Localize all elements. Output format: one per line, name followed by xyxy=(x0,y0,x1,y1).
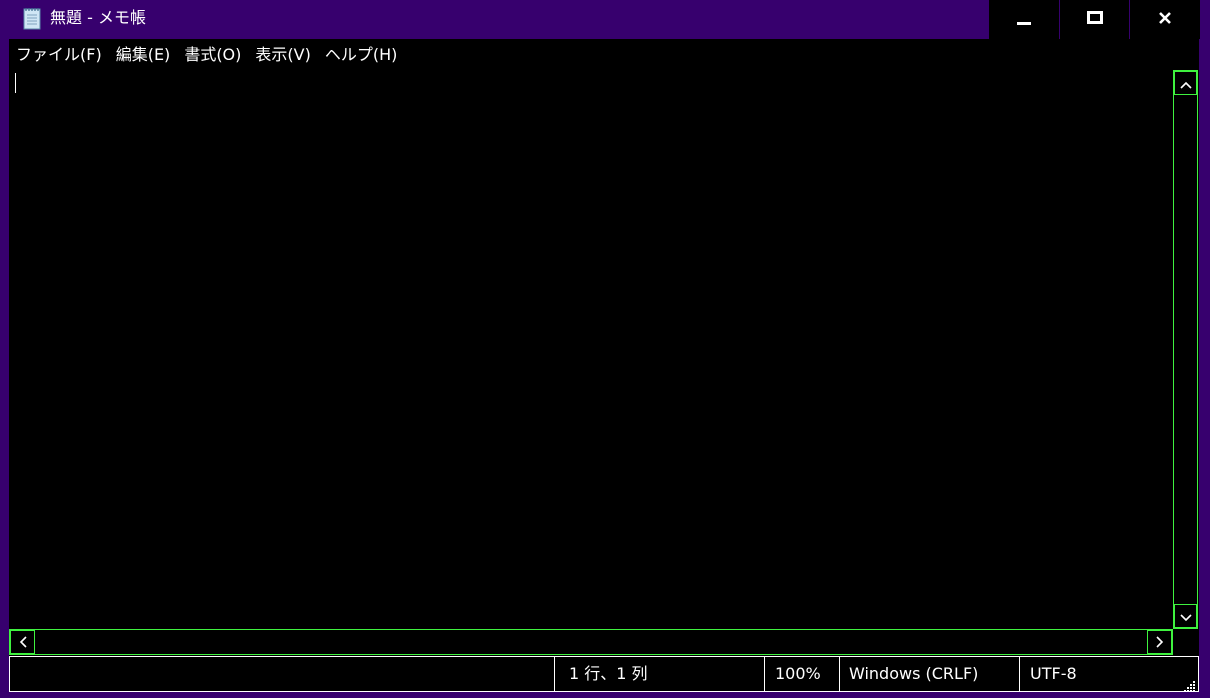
text-caret xyxy=(15,73,16,93)
minimize-icon xyxy=(1016,10,1032,30)
chevron-right-icon xyxy=(1155,633,1164,652)
menu-file[interactable]: ファイル(F) xyxy=(9,39,109,70)
menu-format[interactable]: 書式(O) xyxy=(177,39,248,70)
menu-edit[interactable]: 編集(E) xyxy=(109,39,178,70)
status-cursor-position: 1 行、1 列 xyxy=(554,657,764,691)
scroll-down-button[interactable] xyxy=(1174,604,1197,628)
horizontal-scrollbar[interactable] xyxy=(9,629,1173,655)
close-icon xyxy=(1157,10,1173,30)
status-bar: 1 行、1 列 100% Windows (CRLF) UTF-8 xyxy=(9,656,1199,692)
minimize-button[interactable] xyxy=(989,0,1059,39)
status-zoom: 100% xyxy=(764,657,839,691)
notepad-icon xyxy=(21,6,43,30)
close-button[interactable] xyxy=(1129,0,1200,39)
scrollbar-corner xyxy=(1173,629,1198,655)
scroll-left-button[interactable] xyxy=(10,630,35,654)
maximize-button[interactable] xyxy=(1059,0,1130,39)
client-area: ファイル(F) 編集(E) 書式(O) 表示(V) ヘルプ(H) 1 行、1 列… xyxy=(9,39,1199,692)
vertical-scrollbar[interactable] xyxy=(1173,70,1198,629)
status-line-ending: Windows (CRLF) xyxy=(839,657,1019,691)
maximize-icon xyxy=(1087,10,1103,30)
menu-view[interactable]: 表示(V) xyxy=(248,39,317,70)
title-bar[interactable]: 無題 - メモ帳 xyxy=(0,0,1210,39)
chevron-left-icon xyxy=(19,633,27,652)
scroll-right-button[interactable] xyxy=(1147,630,1172,654)
chevron-down-icon xyxy=(1179,607,1192,626)
menu-help[interactable]: ヘルプ(H) xyxy=(318,39,405,70)
window-title: 無題 - メモ帳 xyxy=(50,8,146,27)
chevron-up-icon xyxy=(1179,74,1192,93)
scroll-up-button[interactable] xyxy=(1174,71,1197,95)
status-encoding: UTF-8 xyxy=(1019,657,1198,691)
text-editor[interactable] xyxy=(9,70,1173,629)
menu-bar: ファイル(F) 編集(E) 書式(O) 表示(V) ヘルプ(H) xyxy=(9,39,1199,70)
resize-grip-icon[interactable] xyxy=(1184,677,1196,692)
notepad-window: 無題 - メモ帳 ファイル(F) 編集(E) 書式(O) 表示(V) ヘルプ(H… xyxy=(0,0,1210,698)
